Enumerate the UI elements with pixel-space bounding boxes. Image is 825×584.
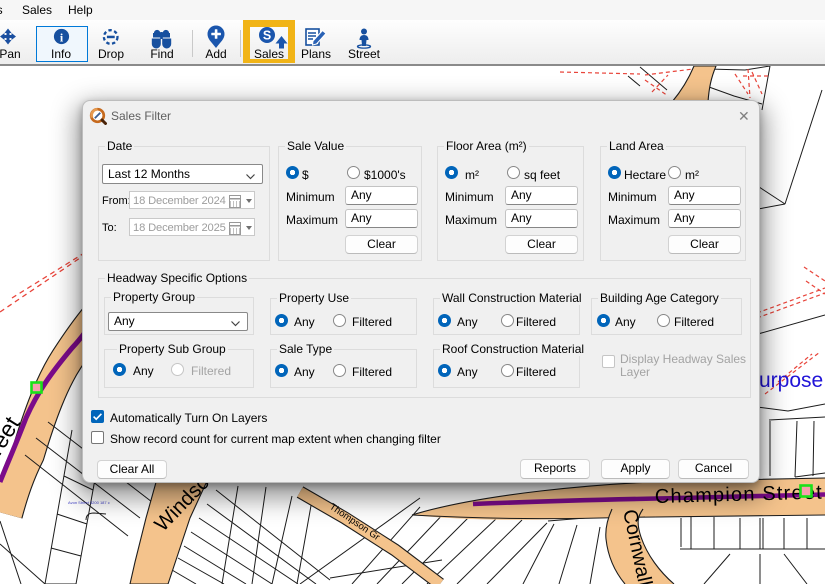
svg-text:S: S <box>263 29 271 43</box>
svg-text:Thompson Gr: Thompson Gr <box>327 501 381 543</box>
svg-text:Champion Street: Champion Street <box>655 482 824 508</box>
svg-text:urpose: urpose <box>759 369 823 392</box>
svg-text:Avon Street 3200 187 c: Avon Street 3200 187 c <box>68 500 110 505</box>
